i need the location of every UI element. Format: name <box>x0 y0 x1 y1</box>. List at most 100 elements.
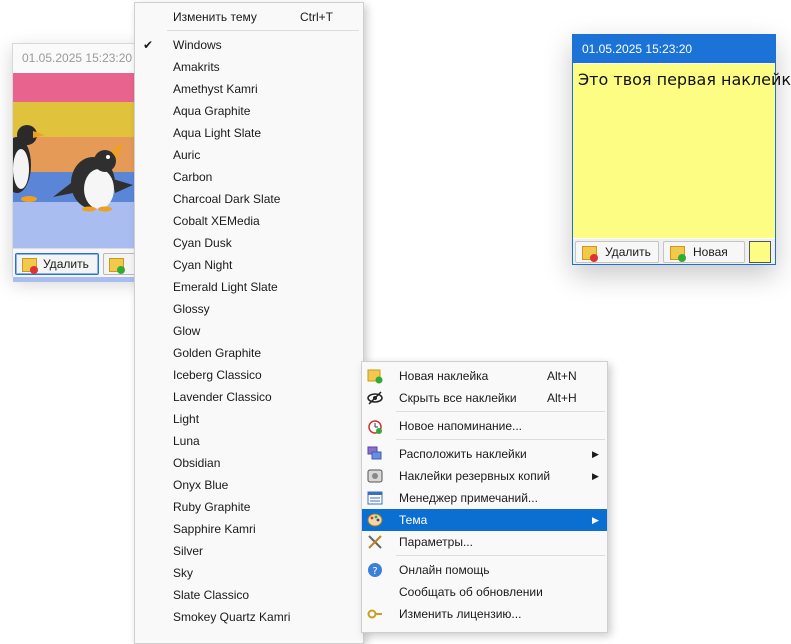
submenu-arrow-icon: ▶ <box>592 449 599 459</box>
menu-item-new-note[interactable]: Новая наклейка Alt+N <box>362 365 607 387</box>
theme-item-label: Cyan Night <box>173 258 233 272</box>
theme-item[interactable]: Auric <box>135 144 363 166</box>
note-right-timestamp: 01.05.2025 15:23:20 <box>573 35 775 63</box>
arrange-icon <box>367 446 382 460</box>
key-icon <box>367 609 382 619</box>
theme-item[interactable]: Glow <box>135 320 363 342</box>
sticky-note-left[interactable]: 01.05.2025 15:23:20 Удалить <box>12 43 154 282</box>
new-button-label: Новая <box>693 245 728 259</box>
theme-item[interactable]: ✔ Windows <box>135 34 363 56</box>
note-left-footer: Удалить <box>13 248 153 277</box>
theme-item-label: Emerald Light Slate <box>173 280 278 294</box>
menu-item-new-reminder[interactable]: Новое напоминание... <box>362 415 607 437</box>
delete-button[interactable]: Удалить <box>15 253 99 275</box>
context-menu: Новая наклейка Alt+N Скрыть все наклейки… <box>361 361 608 633</box>
check-updates-label: Сообщать об обновлении <box>399 585 543 599</box>
theme-item[interactable]: Ruby Graphite <box>135 496 363 518</box>
theme-item[interactable]: Sapphire Kamri <box>135 518 363 540</box>
new-note-icon <box>367 369 383 384</box>
menu-item-hide-all[interactable]: Скрыть все наклейки Alt+H <box>362 387 607 409</box>
arrange-label: Расположить наклейки <box>399 447 527 461</box>
theme-item[interactable]: Aqua Graphite <box>135 100 363 122</box>
menu-item-backup[interactable]: Наклейки резервных копий ▶ <box>362 465 607 487</box>
change-license-label: Изменить лицензию... <box>399 607 522 621</box>
theme-item[interactable]: Cyan Dusk <box>135 232 363 254</box>
menu-item-change-theme[interactable]: Изменить тему Ctrl+T <box>135 6 363 28</box>
note-text[interactable]: Это твоя первая наклейка! <box>578 70 791 89</box>
theme-item[interactable]: Amakrits <box>135 56 363 78</box>
theme-item[interactable]: Silver <box>135 540 363 562</box>
theme-item[interactable]: Iceberg Classico <box>135 364 363 386</box>
theme-item-label: Obsidian <box>173 456 221 470</box>
alarm-clock-icon <box>368 420 382 434</box>
note-left-timestamp: 01.05.2025 15:23:20 <box>13 44 153 72</box>
theme-item-label: Carbon <box>173 170 213 184</box>
theme-item[interactable]: Smokey Quartz Kamri <box>135 606 363 628</box>
delete-button-right[interactable]: Удалить <box>575 241 659 263</box>
theme-item[interactable]: Slate Classico <box>135 584 363 606</box>
submenu-arrow-icon: ▶ <box>592 471 599 481</box>
theme-item[interactable]: Lavender Classico <box>135 386 363 408</box>
delete-button-label: Удалить <box>43 257 89 271</box>
hide-all-label: Скрыть все наклейки <box>399 391 517 405</box>
list-window-icon <box>367 491 383 505</box>
theme-item-label: Sky <box>173 566 194 580</box>
theme-item-label: Silver <box>173 544 204 558</box>
new-note-icon <box>669 245 686 262</box>
theme-submenu: Изменить тему Ctrl+T ✔ Windows Amakrits Ame… <box>134 2 364 644</box>
notes-manager-label: Менеджер примечаний... <box>399 491 538 505</box>
theme-item-label: Glossy <box>173 302 210 316</box>
theme-item[interactable]: Aqua Light Slate <box>135 122 363 144</box>
note-text-content: Это твоя первая наклейка! <box>578 70 791 89</box>
penguin-illustration <box>13 125 133 212</box>
menu-item-settings[interactable]: Параметры... <box>362 531 607 553</box>
note-right-body[interactable]: Это твоя первая наклейка! <box>573 64 791 238</box>
menu-item-change-license[interactable]: Изменить лицензию... <box>362 603 607 625</box>
theme-item[interactable]: Charcoal Dark Slate <box>135 188 363 210</box>
checkmark-icon: ✔ <box>143 38 154 52</box>
palette-icon <box>367 513 383 527</box>
delete-note-icon <box>21 257 38 274</box>
new-reminder-label: Новое напоминание... <box>399 419 522 433</box>
note-color-swatch[interactable] <box>749 241 771 263</box>
theme-item[interactable]: Sky <box>135 562 363 584</box>
hide-all-shortcut: Alt+H <box>547 391 577 405</box>
theme-item[interactable]: Cobalt XEMedia <box>135 210 363 232</box>
menu-item-online-help[interactable]: ? Онлайн помощь <box>362 559 607 581</box>
theme-item[interactable]: Emerald Light Slate <box>135 276 363 298</box>
theme-item-label: Golden Graphite <box>173 346 262 360</box>
theme-item[interactable]: Luna <box>135 430 363 452</box>
theme-item-label: Amethyst Kamri <box>173 82 258 96</box>
menu-item-notes-manager[interactable]: Менеджер примечаний... <box>362 487 607 509</box>
theme-item-label: Cobalt XEMedia <box>173 214 260 228</box>
sticky-note-right[interactable]: 01.05.2025 15:23:20 Это твоя первая накл… <box>572 34 791 265</box>
theme-item[interactable]: Carbon <box>135 166 363 188</box>
menu-separator <box>167 30 359 31</box>
menu-item-arrange[interactable]: Расположить наклейки ▶ <box>362 443 607 465</box>
theme-item[interactable]: Golden Graphite <box>135 342 363 364</box>
theme-item-label: Light <box>173 412 200 426</box>
theme-item[interactable]: Light <box>135 408 363 430</box>
theme-item[interactable]: Onyx Blue <box>135 474 363 496</box>
stripe-pink <box>13 73 153 102</box>
menu-item-check-updates[interactable]: Сообщать об обновлении <box>362 581 607 603</box>
new-note-shortcut: Alt+N <box>547 369 577 383</box>
new-note-label: Новая наклейка <box>399 369 489 383</box>
settings-label: Параметры... <box>399 535 473 549</box>
new-note-button-right[interactable]: Новая <box>663 241 745 263</box>
theme-item-label: Aqua Light Slate <box>173 126 262 140</box>
theme-item[interactable]: Amethyst Kamri <box>135 78 363 100</box>
theme-item-label: Smokey Quartz Kamri <box>173 610 291 624</box>
theme-item-label: Cyan Dusk <box>173 236 232 250</box>
menu-separator <box>396 555 605 556</box>
theme-item[interactable]: Cyan Night <box>135 254 363 276</box>
theme-item[interactable]: Glossy <box>135 298 363 320</box>
menu-separator <box>396 411 605 412</box>
backup-label: Наклейки резервных копий <box>399 469 551 483</box>
menu-item-theme[interactable]: Тема ▶ <box>362 509 607 531</box>
theme-item-label: Onyx Blue <box>173 478 229 492</box>
theme-item-label: Lavender Classico <box>173 390 272 404</box>
delete-button-label: Удалить <box>605 245 651 259</box>
note-right-footer: Удалить Новая <box>573 239 775 264</box>
theme-item[interactable]: Obsidian <box>135 452 363 474</box>
